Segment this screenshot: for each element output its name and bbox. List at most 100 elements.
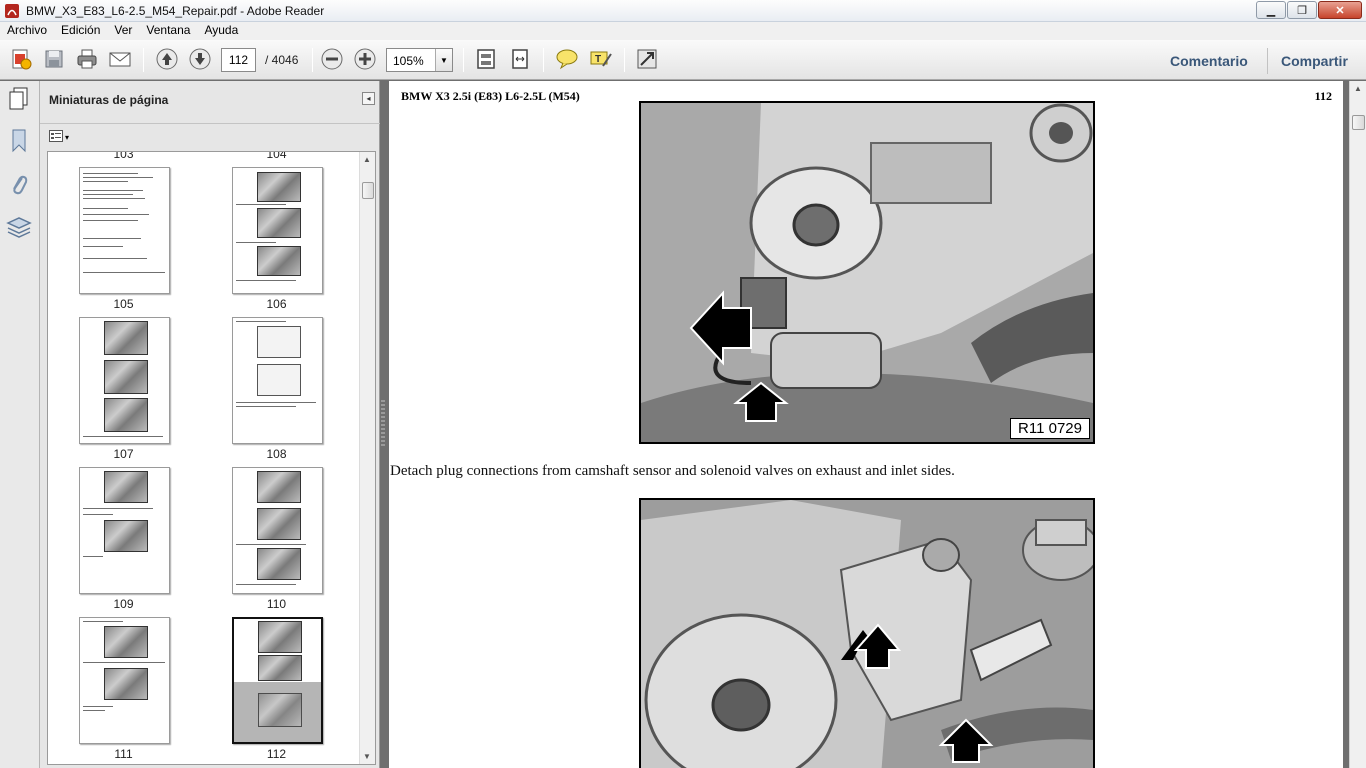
highlight-icon: T bbox=[589, 48, 613, 73]
zoom-dropdown-button[interactable]: ▼ bbox=[435, 49, 452, 71]
chevron-down-icon: ▾ bbox=[65, 132, 70, 142]
thumbnail-label: 106 bbox=[266, 297, 287, 311]
menu-archivo[interactable]: Archivo bbox=[0, 22, 54, 40]
panel-divider bbox=[40, 123, 380, 124]
zoom-out-icon bbox=[320, 47, 344, 74]
toolbar-separator bbox=[463, 48, 464, 72]
maximize-button[interactable]: ❐ bbox=[1287, 1, 1317, 19]
fullscreen-button[interactable] bbox=[634, 47, 660, 73]
pdf-page: BMW X3 2.5i (E83) L6-2.5L (M54) 112 R11 … bbox=[389, 81, 1343, 768]
toolbar-separator bbox=[1267, 48, 1268, 74]
attachments-icon bbox=[9, 172, 29, 201]
thumbnail-panel: Miniaturas de página ◂ ▾ 103 104 105 106 bbox=[40, 81, 380, 768]
fit-page-icon bbox=[475, 48, 497, 73]
fullscreen-icon bbox=[636, 48, 658, 73]
email-button[interactable] bbox=[107, 47, 133, 73]
minimize-button[interactable]: ▁ bbox=[1256, 1, 1286, 19]
toolbar-separator bbox=[624, 48, 625, 72]
email-icon bbox=[108, 48, 132, 73]
svg-text:T: T bbox=[595, 54, 601, 65]
engine-photo-figure-2 bbox=[639, 498, 1095, 768]
chevron-down-icon: ▼ bbox=[440, 55, 448, 65]
bookmarks-button[interactable] bbox=[6, 129, 32, 155]
close-button[interactable]: ✕ bbox=[1318, 1, 1362, 19]
save-button[interactable] bbox=[41, 47, 67, 73]
thumbnail-page-105[interactable] bbox=[79, 167, 170, 294]
thumbnail-label: 111 bbox=[114, 747, 133, 761]
thumbnail-label: 110 bbox=[266, 597, 287, 611]
options-list-icon bbox=[49, 129, 63, 145]
toolbar-separator bbox=[143, 48, 144, 72]
highlight-button[interactable]: T bbox=[588, 47, 614, 73]
menu-ventana[interactable]: Ventana bbox=[139, 22, 197, 40]
thumbnail-label: 104 bbox=[266, 151, 287, 161]
thumbnail-list: 103 104 105 106 107 108 109 110 111 112 … bbox=[47, 151, 376, 765]
fit-width-button[interactable] bbox=[507, 47, 533, 73]
toolbar-separator bbox=[312, 48, 313, 72]
zoom-out-button[interactable] bbox=[319, 47, 345, 73]
menu-edicion[interactable]: Edición bbox=[54, 22, 107, 40]
zoom-value: 105% bbox=[393, 54, 424, 68]
thumbnail-options-button[interactable]: ▾ bbox=[49, 128, 77, 146]
comment-panel-link[interactable]: Comentario bbox=[1170, 53, 1248, 69]
previous-page-button[interactable] bbox=[154, 47, 180, 73]
zoom-in-icon bbox=[353, 47, 377, 74]
page-header-title: BMW X3 2.5i (E83) L6-2.5L (M54) bbox=[401, 89, 580, 103]
bookmarks-icon bbox=[9, 128, 29, 157]
page-header-number: 112 bbox=[1314, 89, 1332, 103]
maximize-icon: ❐ bbox=[1297, 4, 1307, 17]
layers-button[interactable] bbox=[6, 216, 32, 242]
print-icon bbox=[76, 48, 98, 73]
collapse-panel-button[interactable]: ◂ bbox=[362, 92, 375, 105]
toolbar-separator bbox=[543, 48, 544, 72]
scroll-up-icon[interactable]: ▲ bbox=[1354, 84, 1362, 93]
scrollbar-thumb[interactable] bbox=[1352, 115, 1365, 130]
save-icon bbox=[43, 48, 65, 73]
thumbnail-page-108[interactable] bbox=[232, 317, 323, 444]
create-pdf-button[interactable] bbox=[8, 47, 34, 73]
next-page-button[interactable] bbox=[187, 47, 213, 73]
thumbnail-page-107[interactable] bbox=[79, 317, 170, 444]
thumbnail-label: 109 bbox=[113, 597, 134, 611]
page-number-input[interactable]: 112 bbox=[221, 48, 256, 72]
menu-ver[interactable]: Ver bbox=[107, 22, 139, 40]
window-controls: ▁ ❐ ✕ bbox=[1256, 1, 1362, 19]
thumbnail-scrollbar[interactable]: ▲ ▼ bbox=[359, 152, 375, 764]
engine-photo-figure-1: R11 0729 bbox=[639, 101, 1095, 444]
thumbnail-label: 107 bbox=[113, 447, 134, 461]
thumbnail-page-111[interactable] bbox=[79, 617, 170, 744]
page-thumbnails-icon bbox=[8, 87, 30, 114]
thumbnail-label: 103 bbox=[113, 151, 134, 161]
zoom-select[interactable]: 105% ▼ bbox=[386, 48, 453, 72]
document-view: BMW X3 2.5i (E83) L6-2.5L (M54) 112 R11 … bbox=[385, 81, 1349, 768]
figure-label: R11 0729 bbox=[1010, 418, 1090, 439]
zoom-in-button[interactable] bbox=[352, 47, 378, 73]
document-scrollbar[interactable]: ▲ bbox=[1349, 81, 1366, 768]
fit-page-button[interactable] bbox=[473, 47, 499, 73]
scroll-down-icon[interactable]: ▼ bbox=[363, 752, 371, 761]
fit-width-icon bbox=[509, 48, 531, 73]
attachments-button[interactable] bbox=[6, 173, 32, 199]
thumbnail-page-109[interactable] bbox=[79, 467, 170, 594]
thumbnail-page-110[interactable] bbox=[232, 467, 323, 594]
minimize-icon: ▁ bbox=[1266, 4, 1276, 17]
thumbnail-label: 105 bbox=[113, 297, 134, 311]
layers-icon bbox=[6, 216, 32, 243]
create-pdf-icon bbox=[10, 48, 32, 73]
scroll-up-icon[interactable]: ▲ bbox=[363, 155, 371, 164]
comment-icon bbox=[555, 48, 579, 73]
share-panel-link[interactable]: Compartir bbox=[1281, 53, 1348, 69]
thumbnail-page-106[interactable] bbox=[232, 167, 323, 294]
thumbnail-label: 112 bbox=[266, 747, 287, 761]
page-thumbnails-button[interactable] bbox=[6, 87, 32, 113]
comment-button[interactable] bbox=[554, 47, 580, 73]
menu-ayuda[interactable]: Ayuda bbox=[197, 22, 245, 40]
thumbnail-page-112-selected[interactable] bbox=[232, 617, 323, 744]
adobe-reader-icon bbox=[4, 3, 20, 19]
scrollbar-thumb[interactable] bbox=[362, 182, 374, 199]
collapse-icon: ◂ bbox=[366, 94, 371, 103]
print-button[interactable] bbox=[74, 47, 100, 73]
next-page-icon bbox=[188, 47, 212, 74]
thumbnail-label: 108 bbox=[266, 447, 287, 461]
thumbnail-panel-title: Miniaturas de página bbox=[49, 93, 169, 107]
